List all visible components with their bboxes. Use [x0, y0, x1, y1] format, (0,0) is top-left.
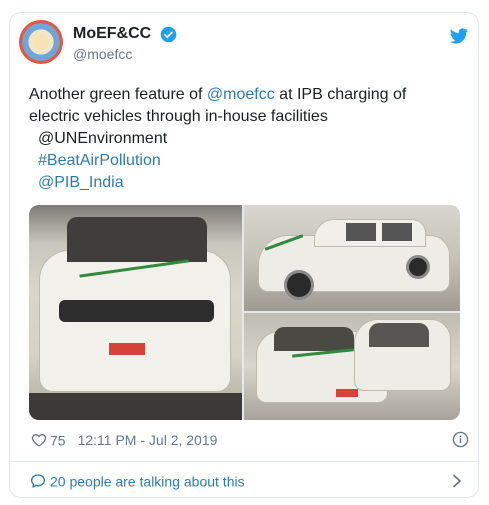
mention-moefcc-link[interactable]: @moefcc: [207, 86, 275, 103]
tweet-line-2: electric vehicles through in-house facil…: [29, 108, 328, 125]
chevron-right-icon[interactable]: [451, 474, 463, 488]
speech-bubble-icon: [31, 474, 45, 488]
tweet-text-part1: Another green feature of: [29, 86, 207, 103]
tweet-line-5: @PIB_India: [29, 172, 449, 194]
twitter-bird-icon[interactable]: [449, 26, 469, 46]
heart-icon[interactable]: [31, 432, 47, 448]
avatar[interactable]: [19, 20, 63, 64]
info-icon[interactable]: [452, 431, 469, 448]
tweet-meta: 75 12:11 PM - Jul 2, 2019: [31, 431, 217, 448]
timestamp-link[interactable]: 12:11 PM - Jul 2, 2019: [78, 432, 218, 448]
tweet-line-3: @UNEnvironment: [29, 128, 449, 150]
verified-badge-icon: [160, 26, 176, 42]
mention-pib-india-link[interactable]: @PIB_India: [38, 174, 124, 191]
tweet-header: MoEF&CC @moefcc: [19, 20, 474, 68]
tweet-line-1: Another green feature of @moefcc at IPB …: [29, 84, 449, 106]
tweet-line-4: #BeatAirPollution: [29, 150, 449, 172]
hashtag-beatairpollution-link[interactable]: #BeatAirPollution: [38, 152, 161, 169]
handle[interactable]: @moefcc: [73, 46, 177, 62]
media-grid: [29, 205, 460, 420]
photo-two-cars[interactable]: [244, 313, 460, 420]
mention-unenvironment[interactable]: @UNEnvironment: [38, 130, 167, 147]
author-names[interactable]: MoEF&CC @moefcc: [73, 25, 177, 62]
display-name[interactable]: MoEF&CC: [73, 25, 151, 43]
talking-about-label[interactable]: 20 people are talking about this: [50, 473, 245, 489]
photo-car-side[interactable]: [244, 205, 460, 311]
tweet-text: Another green feature of @moefcc at IPB …: [29, 84, 449, 194]
tweet-text-part2: at IPB charging of: [274, 86, 407, 103]
talking-about-link[interactable]: 20 people are talking about this: [30, 472, 245, 489]
like-count[interactable]: 75: [50, 432, 66, 448]
photo-car-front[interactable]: [29, 205, 242, 420]
footer-divider: [10, 461, 479, 462]
